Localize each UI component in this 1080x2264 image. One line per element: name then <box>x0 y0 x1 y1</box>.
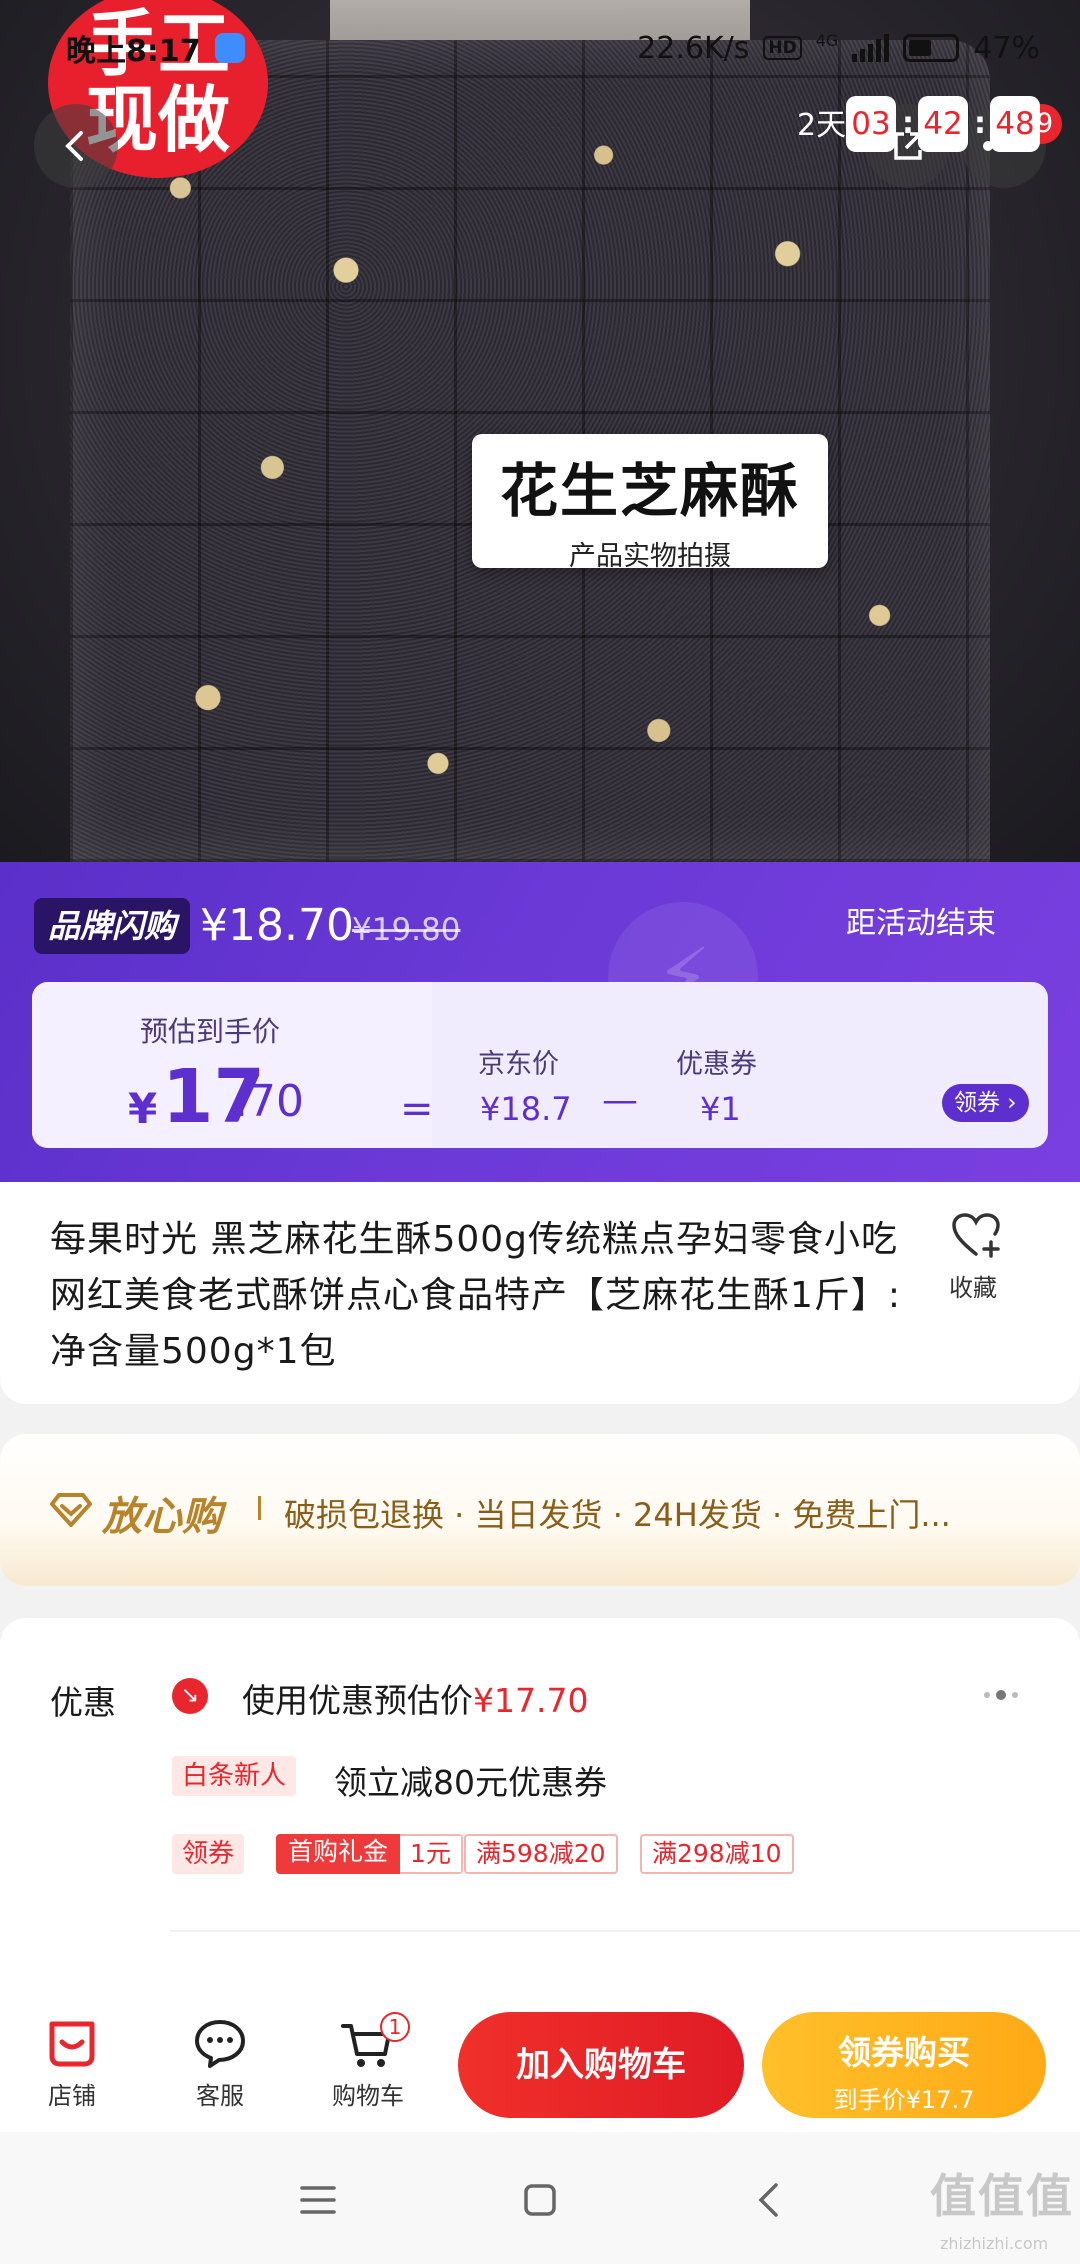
promotions-label: 优惠 <box>50 1683 116 1722</box>
back-button[interactable] <box>34 104 118 188</box>
home-button[interactable] <box>510 2170 570 2230</box>
claim-coupon-label: 领券 <box>954 1090 1000 1116</box>
coupon-598-20[interactable]: 满598减20 <box>464 1834 618 1874</box>
coupon-label: 优惠券 <box>676 1049 757 1080</box>
network-speed: 22.6K/s <box>637 30 750 66</box>
cart-button[interactable]: 1 购物车 <box>318 2012 418 2111</box>
carousel-dots <box>984 1690 1018 1700</box>
system-back-button[interactable] <box>738 2170 798 2230</box>
arrow-down-icon: ↘ <box>172 1678 208 1714</box>
claim-coupon-tag: 领券 <box>172 1834 245 1874</box>
final-price-label: 到手价¥17.7 <box>833 2086 975 2114</box>
assurance-title: 放心购 <box>102 1494 222 1540</box>
product-title[interactable]: 每果时光 黑芝麻花生酥500g传统糕点孕妇零食小吃网红美食老式酥饼点心食品特产【… <box>50 1212 930 1380</box>
jd-price-label: 京东价 <box>478 1049 559 1080</box>
store-icon <box>49 2021 95 2067</box>
coupon-first-purchase[interactable]: 首购礼金 1元 <box>276 1834 463 1874</box>
heart-plus-icon <box>952 1213 1000 1258</box>
favorite-label: 收藏 <box>949 1274 997 1302</box>
jd-price-value: ¥18.7 <box>480 1090 572 1128</box>
home-square-icon <box>524 2184 556 2216</box>
coupon-value: ¥1 <box>700 1090 741 1128</box>
countdown-label: 距活动结束 <box>846 906 996 941</box>
signal-icon <box>852 34 890 62</box>
diamond-icon <box>50 1493 92 1527</box>
coupon-first-purchase-amount: 1元 <box>400 1834 463 1874</box>
baitiao-new-user-tag: 白条新人 <box>172 1756 297 1796</box>
flash-price: ¥18.70 <box>200 900 354 951</box>
network-type: 4G <box>815 30 839 50</box>
chevron-right-icon: › <box>1000 1090 1017 1116</box>
promo-estimate-line: 使用优惠预估价¥17.70 <box>242 1674 588 1722</box>
original-price: ¥19.80 <box>352 912 461 948</box>
countdown-seconds: 48 <box>990 96 1040 152</box>
coupon-buy-label: 领券购买 <box>838 2033 970 2072</box>
divider <box>170 1930 1080 1932</box>
favorite-button[interactable]: 收藏 <box>946 1212 1006 1303</box>
countdown-minutes: 42 <box>918 96 968 152</box>
minus-sign: — <box>602 1080 638 1121</box>
estimate-price-decimal: .70 <box>234 1076 304 1127</box>
estimate-currency: ¥ <box>128 1084 158 1133</box>
cart-count-badge: 1 <box>380 2012 410 2042</box>
assurance-divider <box>258 1496 261 1520</box>
store-button[interactable]: 店铺 <box>22 2014 122 2111</box>
countdown-separator: : <box>902 106 914 141</box>
assurance-text: 破损包退换 · 当日发货 · 24H发货 · 免费上门... <box>284 1496 951 1534</box>
product-photo-label: 花生芝麻酥 产品实物拍摄 <box>472 434 828 572</box>
status-bar: 晚上8:17 22.6K/s HD 4G 47% <box>0 0 1080 96</box>
status-time: 晚上8:17 <box>66 34 201 69</box>
back-arrow-icon <box>65 131 83 161</box>
promo-estimate-text: 使用优惠预估价 <box>242 1681 473 1720</box>
back-chevron-icon <box>758 2183 778 2217</box>
photo-label-subtitle: 产品实物拍摄 <box>569 541 731 572</box>
cart-label: 购物车 <box>332 2082 404 2110</box>
chat-bubble-icon <box>195 2020 245 2068</box>
notification-icon <box>214 33 245 63</box>
customer-service-button[interactable]: 客服 <box>170 2014 270 2111</box>
battery-icon <box>903 34 960 62</box>
countdown-hours: 03 <box>846 96 896 152</box>
menu-icon <box>300 2186 336 2214</box>
equals-sign: = <box>400 1086 434 1132</box>
battery-level: 47% <box>973 30 1040 66</box>
estimate-label: 预估到手价 <box>140 1015 281 1048</box>
baitiao-promo-text[interactable]: 领立减80元优惠券 <box>334 1756 607 1804</box>
coupon-first-purchase-title: 首购礼金 <box>276 1834 401 1874</box>
hd-icon: HD <box>763 36 802 60</box>
watermark-logo: 值值值 <box>930 2169 1074 2223</box>
countdown-separator: : <box>974 106 986 141</box>
menu-button[interactable] <box>288 2170 348 2230</box>
brand-flash-badge: 品牌闪购 <box>34 898 191 954</box>
add-to-cart-button[interactable]: 加入购物车 <box>458 2012 744 2118</box>
customer-service-label: 客服 <box>196 2082 244 2110</box>
coupon-298-10[interactable]: 满298减10 <box>640 1834 794 1874</box>
photo-label-title: 花生芝麻酥 <box>499 457 800 525</box>
store-label: 店铺 <box>48 2082 96 2110</box>
coupon-buy-button[interactable]: 领券购买 到手价¥17.7 <box>762 2012 1046 2118</box>
watermark-url: zhizhizhi.com <box>940 2234 1049 2253</box>
claim-coupon-button[interactable]: 领券 › <box>942 1084 1029 1122</box>
promo-estimate-price: ¥17.70 <box>473 1681 589 1720</box>
countdown-days: 2天 <box>797 108 847 143</box>
